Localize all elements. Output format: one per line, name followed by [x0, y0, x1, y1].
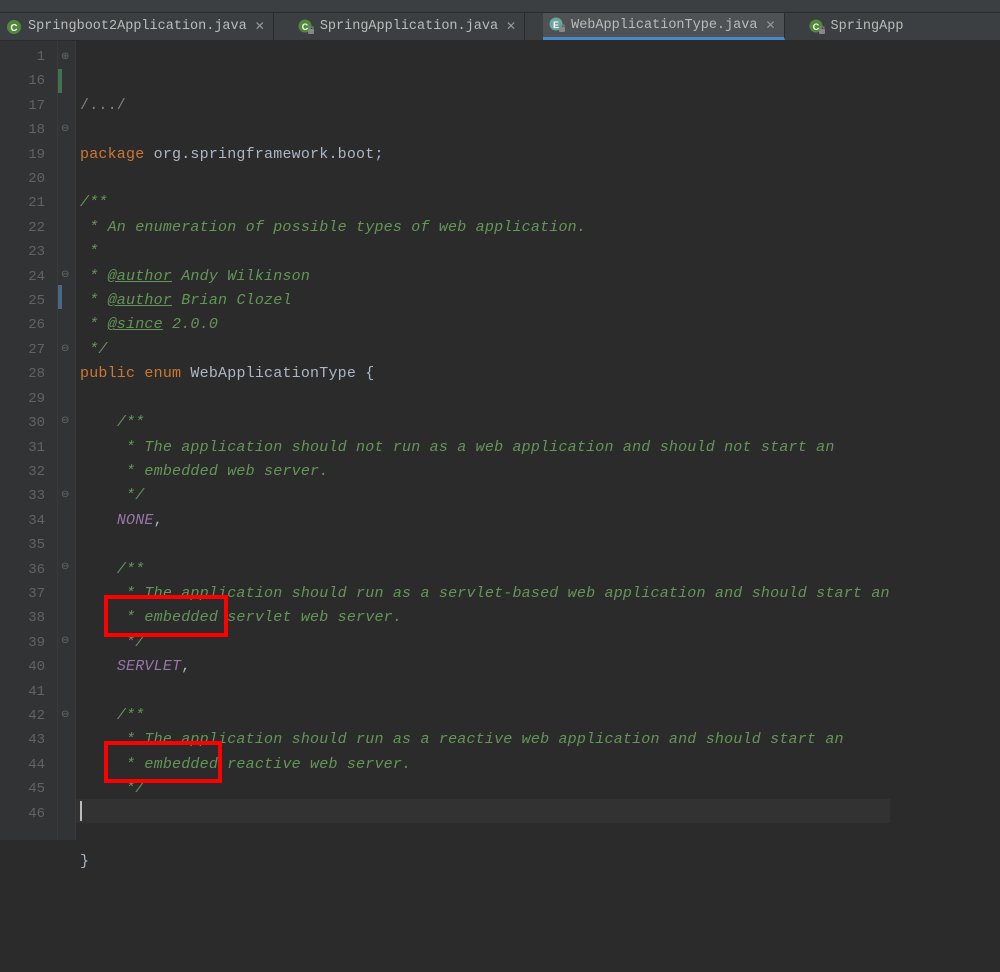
highlight-servlet [104, 595, 228, 637]
folded-header: /.../ [80, 97, 126, 114]
tab-label: Springboot2Application.java [28, 19, 247, 34]
svg-text:C: C [812, 22, 819, 32]
tab-springboot2application[interactable]: C Springboot2Application.java ✕ [0, 13, 274, 40]
enum-servlet: SERVLET [117, 658, 181, 675]
fold-toggle-icon[interactable]: ⊖ [61, 483, 69, 507]
fold-strip: ⊕ ⊖ ⊖ ⊖ ⊖ ⊖ ⊖ ⊖ ⊖ [58, 41, 76, 840]
tab-label: WebApplicationType.java [571, 18, 757, 33]
fold-toggle-icon[interactable]: ⊖ [61, 263, 69, 287]
class-icon: C [6, 19, 22, 35]
tab-label: SpringApp [831, 19, 904, 34]
svg-text:C: C [302, 22, 309, 32]
close-icon[interactable]: ✕ [504, 19, 516, 34]
editor-tab-bar: C Springboot2Application.java ✕ C Spring… [0, 13, 1000, 41]
fold-toggle-icon[interactable]: ⊖ [61, 117, 69, 141]
close-icon[interactable]: ✕ [253, 19, 265, 34]
top-toolbar-strip [0, 0, 1000, 13]
close-icon[interactable]: ✕ [763, 18, 775, 33]
fold-toggle-icon[interactable]: ⊕ [61, 45, 69, 69]
svg-text:C: C [10, 23, 17, 34]
fold-toggle-icon[interactable]: ⊖ [61, 629, 69, 653]
fold-toggle-icon[interactable]: ⊖ [61, 555, 69, 579]
enum-none: NONE [117, 512, 154, 529]
code-area[interactable]: /.../ package org.springframework.boot; … [76, 41, 890, 840]
svg-text:E: E [553, 20, 559, 30]
caret [80, 801, 82, 821]
fold-toggle-icon[interactable]: ⊖ [61, 703, 69, 727]
highlight-reactive [104, 741, 222, 783]
fold-toggle-icon[interactable]: ⊖ [61, 409, 69, 433]
enum-lock-icon: E [549, 17, 565, 33]
tab-label: SpringApplication.java [320, 19, 498, 34]
tab-springapplication[interactable]: C SpringApplication.java ✕ [292, 13, 525, 40]
class-lock-icon: C [298, 19, 314, 35]
line-number-gutter: 1161718192021222324252627282930313233343… [0, 41, 58, 840]
class-lock-icon: C [809, 19, 825, 35]
fold-toggle-icon[interactable]: ⊖ [61, 337, 69, 361]
tab-springapp-truncated[interactable]: C SpringApp [803, 13, 912, 40]
code-editor[interactable]: 1161718192021222324252627282930313233343… [0, 41, 1000, 840]
tab-webapplicationtype[interactable]: E WebApplicationType.java ✕ [543, 13, 784, 40]
